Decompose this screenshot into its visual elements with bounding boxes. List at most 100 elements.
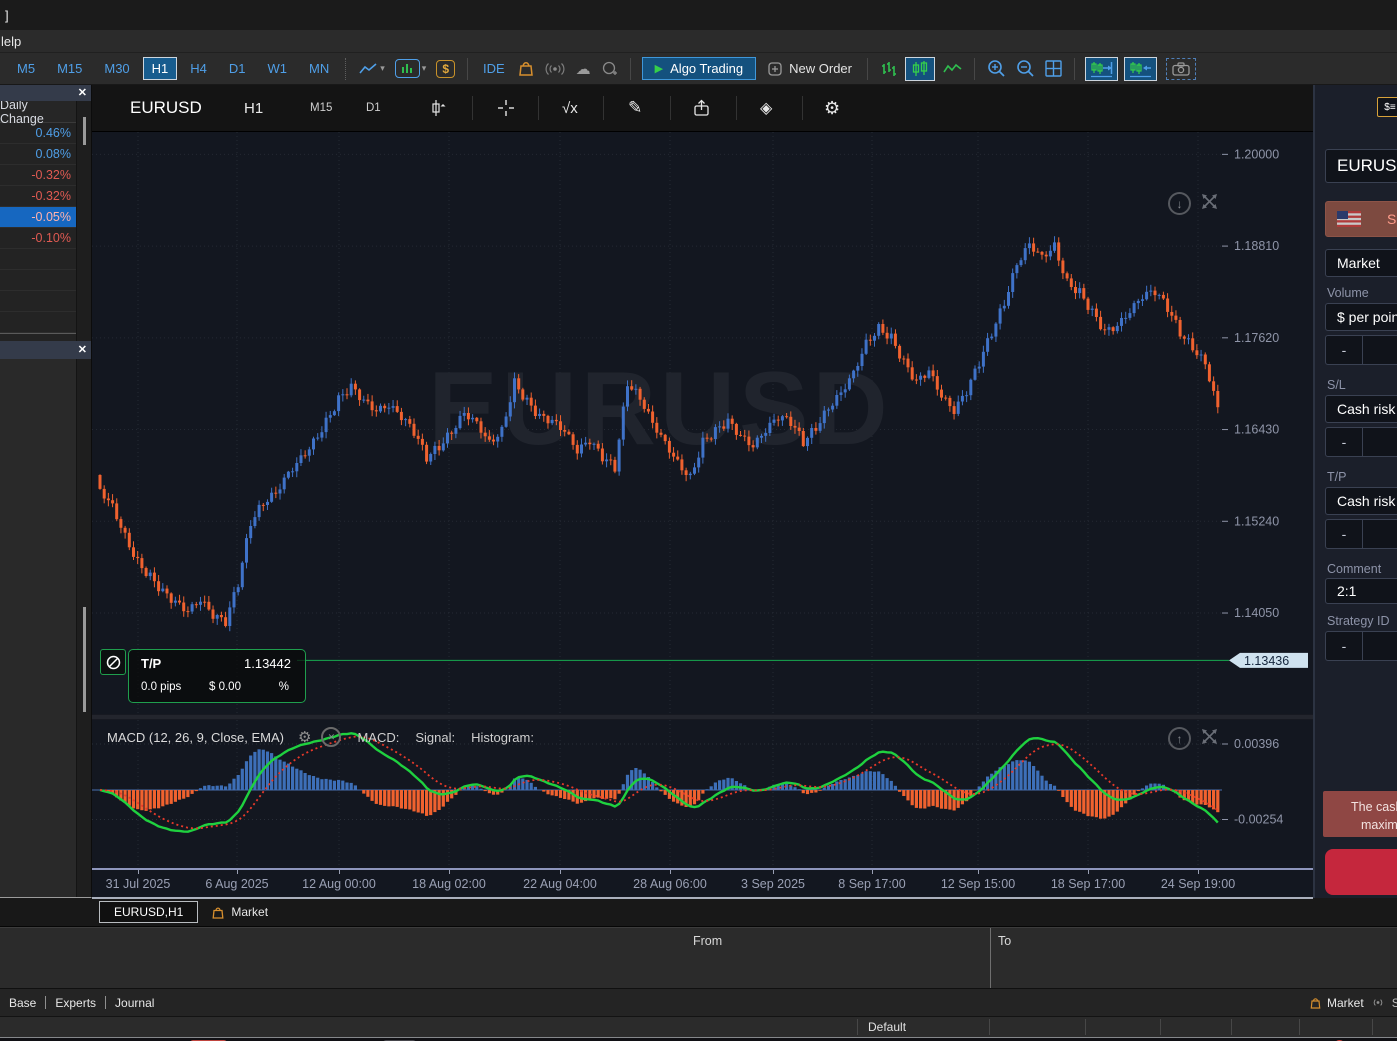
order-type-select[interactable]: Market bbox=[1325, 249, 1397, 277]
shift-chart-icon[interactable] bbox=[1124, 57, 1157, 81]
chart-period-d1[interactable]: D1 bbox=[366, 85, 381, 131]
chart-period-m15[interactable]: M15 bbox=[310, 85, 332, 131]
sl-mode-select[interactable]: Cash risk bbox=[1325, 395, 1397, 423]
tab-market[interactable]: Market bbox=[212, 905, 268, 919]
toolbox-tab-experts[interactable]: Experts bbox=[46, 996, 105, 1010]
close-indicator-icon[interactable]: ✕ bbox=[321, 727, 341, 747]
bar-chart-mode-icon[interactable] bbox=[875, 56, 902, 82]
tp-mode-select[interactable]: Cash risk bbox=[1325, 487, 1397, 515]
tp-order-card[interactable]: T/P 1.13442 0.0 pips $ 0.00 % bbox=[128, 649, 306, 703]
toolbox-tab-base[interactable]: Base bbox=[0, 996, 45, 1010]
timeframe-group: M5M15M30H1H4D1W1MN bbox=[8, 57, 338, 80]
sl-stepper[interactable]: - bbox=[1325, 427, 1397, 457]
symbol-input[interactable]: EURUSD bbox=[1325, 149, 1397, 183]
gear-icon[interactable]: ⚙ bbox=[298, 728, 311, 746]
time-axis[interactable]: 31 Jul 20256 Aug 202512 Aug 00:0018 Aug … bbox=[92, 870, 1313, 899]
svg-text:1.15240: 1.15240 bbox=[1234, 514, 1279, 528]
time-tick bbox=[773, 870, 774, 874]
comment-input[interactable]: 2:1 bbox=[1325, 578, 1397, 604]
navigator-content bbox=[0, 359, 91, 897]
ide-button[interactable]: IDE bbox=[475, 61, 513, 76]
timeframe-h1[interactable]: H1 bbox=[143, 57, 178, 80]
signal-status-label[interactable]: S bbox=[1392, 996, 1397, 1010]
zoom-out-icon[interactable] bbox=[1011, 56, 1040, 82]
timeframe-m30[interactable]: M30 bbox=[95, 57, 138, 80]
tp-order-widget[interactable]: T/P 1.13442 0.0 pips $ 0.00 % bbox=[100, 649, 306, 703]
object-candle-icon[interactable] bbox=[430, 85, 446, 131]
market-status-label[interactable]: Market bbox=[1327, 996, 1364, 1010]
share-icon[interactable] bbox=[693, 85, 710, 131]
expand-panel-icon[interactable] bbox=[1201, 728, 1218, 750]
timeframe-h4[interactable]: H4 bbox=[181, 57, 216, 80]
time-axis-label: 28 Aug 06:00 bbox=[633, 877, 707, 891]
zoom-in-icon[interactable] bbox=[982, 56, 1011, 82]
close-icon[interactable]: ✕ bbox=[78, 86, 87, 99]
comment-label: Comment bbox=[1327, 562, 1381, 576]
scroll-to-latest-icon[interactable]: ↓ bbox=[1168, 192, 1191, 215]
tab-eurusd-h1[interactable]: EURUSD,H1 bbox=[99, 901, 198, 923]
svg-text:-0.00254: -0.00254 bbox=[1234, 813, 1283, 827]
date-range-panel: From To bbox=[0, 927, 1397, 988]
function-icon[interactable]: √x bbox=[562, 85, 578, 131]
time-tick bbox=[978, 870, 979, 874]
menu-item-help[interactable]: lelp bbox=[1, 34, 21, 49]
toolbox-tab-journal[interactable]: Journal bbox=[106, 996, 163, 1010]
timeframe-w1[interactable]: W1 bbox=[259, 57, 297, 80]
currency-icon[interactable]: $ bbox=[431, 56, 460, 82]
expand-panel-icon[interactable] bbox=[1201, 193, 1218, 215]
algo-trading-button[interactable]: ▶ Algo Trading bbox=[642, 57, 756, 80]
chart-line-type-icon[interactable]: ▾ bbox=[354, 56, 390, 82]
macd-title: MACD (12, 26, 9, Close, EMA) bbox=[107, 730, 284, 745]
cloud-icon[interactable]: ☁ bbox=[571, 56, 596, 82]
market-bag-icon[interactable] bbox=[513, 56, 539, 82]
close-icon[interactable]: ✕ bbox=[78, 343, 87, 356]
vps-icon[interactable] bbox=[596, 56, 623, 82]
gem-icon[interactable]: ◈ bbox=[760, 85, 772, 131]
volume-mode-select[interactable]: $ per point bbox=[1325, 303, 1397, 331]
crosshair-icon[interactable] bbox=[497, 85, 515, 131]
price-chart[interactable]: EURUSD1.200001.188101.176201.164301.1524… bbox=[92, 132, 1313, 714]
timeframe-m5[interactable]: M5 bbox=[8, 57, 44, 80]
scrollbar-thumb[interactable] bbox=[83, 117, 86, 145]
shift-end-icon[interactable] bbox=[1085, 57, 1118, 81]
volume-stepper[interactable]: - bbox=[1325, 335, 1397, 365]
pencil-icon[interactable]: ✎ bbox=[628, 85, 642, 131]
from-label[interactable]: From bbox=[693, 934, 722, 948]
tp-stepper[interactable]: - bbox=[1325, 519, 1397, 549]
one-click-trading-icon[interactable]: $≡ bbox=[1377, 97, 1397, 117]
new-order-button[interactable]: New Order bbox=[760, 58, 860, 79]
signals-icon[interactable] bbox=[539, 56, 571, 82]
time-axis-label: 31 Jul 2025 bbox=[106, 877, 171, 891]
tp-price: 1.13442 bbox=[244, 656, 291, 671]
sl-label: S/L bbox=[1327, 378, 1346, 392]
chart-symbol[interactable]: EURUSD bbox=[130, 85, 202, 131]
strategy-id-stepper[interactable]: - bbox=[1325, 631, 1397, 661]
header-divider bbox=[603, 96, 604, 120]
screenshot-camera-icon[interactable] bbox=[1166, 58, 1196, 80]
sell-button[interactable]: Sell bbox=[1325, 201, 1397, 237]
profile-name[interactable]: Default bbox=[868, 1020, 906, 1034]
timeframe-m15[interactable]: M15 bbox=[48, 57, 91, 80]
trading-terminal: ] lelp M5M15M30H1H4D1W1MN ▾ ▾ $ IDE ☁ bbox=[0, 0, 1397, 1041]
scrollbar[interactable] bbox=[76, 359, 91, 897]
chart-period[interactable]: H1 bbox=[244, 85, 263, 131]
indicator-list-icon[interactable]: ▾ bbox=[390, 56, 432, 82]
candle-chart-mode-icon[interactable] bbox=[905, 57, 935, 81]
macd-legend-histogram: Histogram: bbox=[471, 730, 534, 745]
time-tick bbox=[449, 870, 450, 874]
macd-legend-macd: MACD: bbox=[357, 730, 399, 745]
sell-confirm-button[interactable] bbox=[1325, 849, 1397, 895]
to-label[interactable]: To bbox=[998, 934, 1011, 948]
cancel-order-icon[interactable] bbox=[100, 649, 126, 675]
tile-windows-icon[interactable] bbox=[1040, 56, 1067, 82]
timeframe-d1[interactable]: D1 bbox=[220, 57, 255, 80]
scrollbar[interactable] bbox=[76, 101, 91, 341]
timeframe-mn[interactable]: MN bbox=[300, 57, 338, 80]
macd-panel[interactable]: 0.00396-0.00254 MACD (12, 26, 9, Close, … bbox=[92, 720, 1313, 870]
line-chart-mode-icon[interactable] bbox=[938, 56, 967, 82]
scrollbar-thumb[interactable] bbox=[83, 607, 86, 712]
collapse-panel-icon[interactable]: ↑ bbox=[1168, 727, 1191, 750]
gear-icon[interactable]: ⚙ bbox=[824, 85, 840, 131]
svg-text:1.17620: 1.17620 bbox=[1234, 331, 1279, 345]
status-cell-divider bbox=[989, 1019, 990, 1035]
